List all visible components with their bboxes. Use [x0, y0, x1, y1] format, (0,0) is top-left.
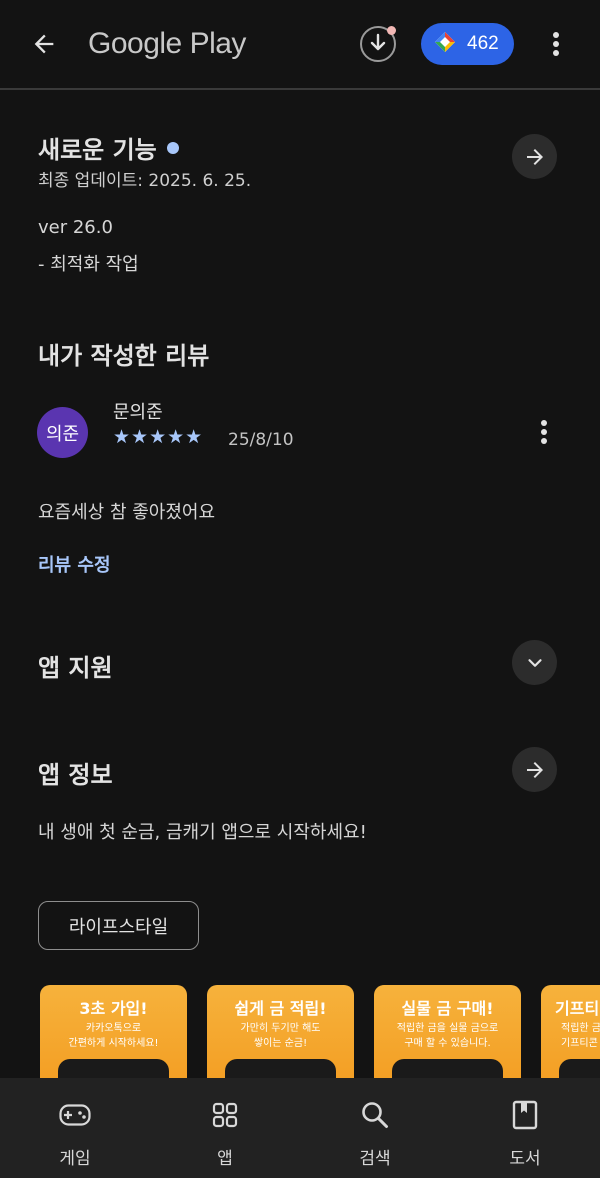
my-review-title: 내가 작성한 리뷰	[38, 342, 210, 370]
category-chip[interactable]: 라이프스타일	[38, 901, 199, 950]
app-support-title: 앱 지원	[38, 654, 113, 682]
search-icon	[358, 1098, 392, 1132]
play-points-icon	[433, 30, 457, 58]
app-support-expand-button[interactable]	[512, 640, 557, 685]
divider	[0, 88, 600, 90]
update-note: - 최적화 작업	[38, 254, 139, 275]
nav-item-apps[interactable]: 앱	[175, 1078, 275, 1178]
more-options-icon[interactable]	[540, 24, 572, 64]
review-more-icon[interactable]	[532, 415, 556, 449]
screenshot-subtitle: 카카오톡으로 간편하게 시작하세요!	[68, 1023, 159, 1049]
play-points-button[interactable]: 462	[421, 23, 514, 65]
back-arrow-icon[interactable]	[24, 24, 64, 64]
screenshot-title: 3초 가입!	[79, 999, 148, 1018]
nav-item-games[interactable]: 게임	[25, 1078, 125, 1178]
screenshot-subtitle: 가만히 두기만 해도 쌓이는 순금!	[240, 1023, 321, 1049]
notification-dot	[387, 26, 396, 35]
review-body: 요즘세상 참 좋아졌어요	[38, 502, 216, 523]
book-icon	[508, 1098, 542, 1132]
app-info-title: 앱 정보	[38, 761, 113, 789]
screenshot-title: 쉽게 금 적립!	[234, 999, 327, 1018]
nav-label: 도서	[509, 1149, 541, 1169]
arrow-right-icon	[526, 761, 543, 778]
nav-label: 앱	[217, 1149, 233, 1169]
avatar: 의준	[37, 407, 88, 458]
last-updated: 최종 업데이트: 2025. 6. 25.	[38, 171, 252, 191]
new-indicator-dot	[166, 142, 179, 154]
version-text: ver 26.0	[38, 217, 113, 238]
top-app-bar: Google Play 462	[0, 0, 600, 88]
play-points-value: 462	[467, 33, 499, 54]
nav-label: 검색	[359, 1149, 391, 1169]
section-title: 새로운 기능	[38, 136, 157, 164]
arrow-right-icon	[526, 148, 543, 165]
whats-new-section: 새로운 기능	[38, 130, 179, 165]
screenshot-subtitle: 적립한 금 기프티콘	[561, 1023, 600, 1049]
app-description: 내 생애 첫 순금, 금캐기 앱으로 시작하세요!	[38, 822, 367, 843]
screenshot-subtitle: 적립한 금을 실물 금으로 구매 할 수 있습니다.	[396, 1023, 499, 1049]
apps-grid-icon	[208, 1098, 242, 1132]
edit-review-link[interactable]: 리뷰 수정	[38, 551, 111, 577]
star-rating: ★★★★★	[113, 426, 204, 448]
chevron-down-icon	[527, 658, 542, 667]
nav-item-books[interactable]: 도서	[475, 1078, 575, 1178]
bottom-navigation: 게임 앱 검색 도서	[0, 1078, 600, 1178]
google-play-logo: Google Play	[88, 27, 246, 60]
nav-label: 게임	[59, 1149, 91, 1169]
app-info-arrow-button[interactable]	[512, 747, 557, 792]
whats-new-arrow-button[interactable]	[512, 134, 557, 179]
nav-item-search[interactable]: 검색	[325, 1078, 425, 1178]
review-author: 문의준	[113, 402, 163, 423]
screenshot-title: 실물 금 구매!	[401, 999, 494, 1018]
screenshot-title: 기프티	[555, 999, 600, 1018]
review-date: 25/8/10	[228, 430, 294, 450]
gamepad-icon	[58, 1098, 92, 1132]
